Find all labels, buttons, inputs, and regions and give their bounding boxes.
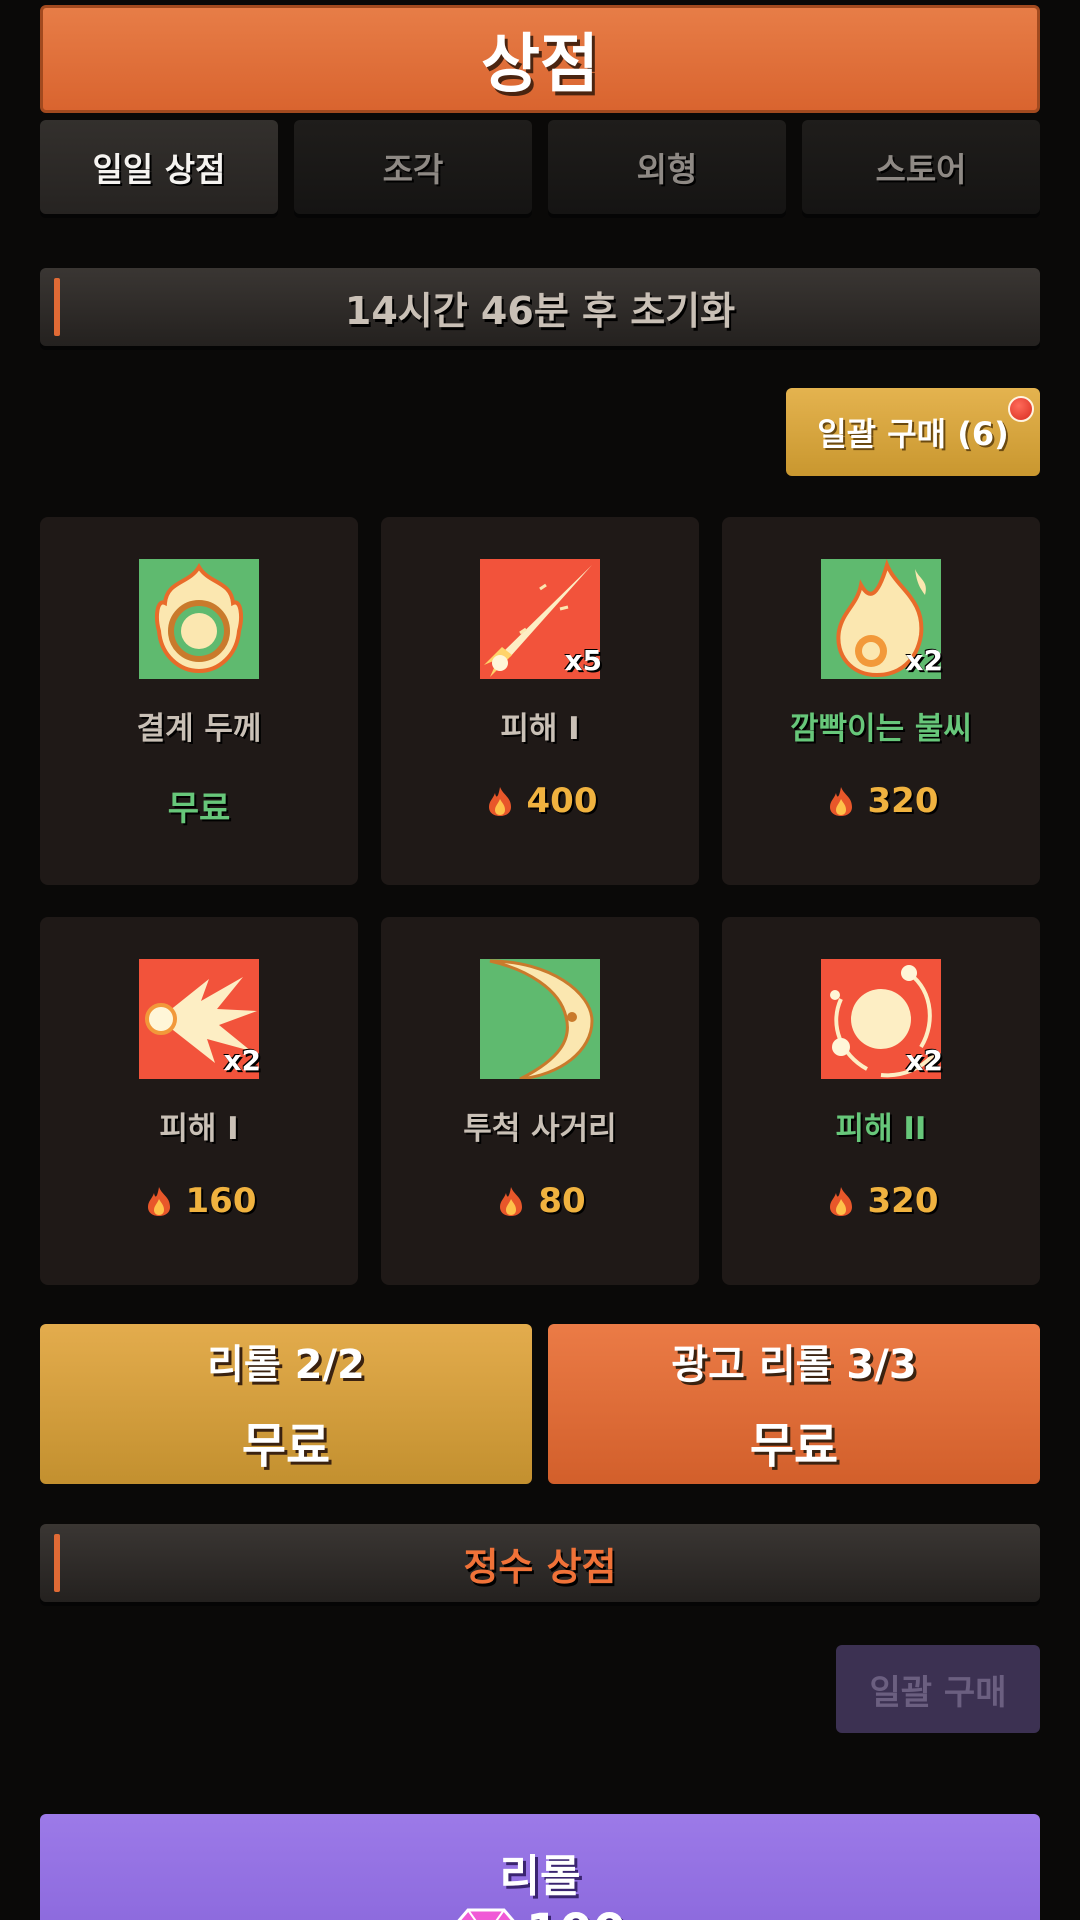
item-quantity: x5 — [564, 644, 602, 677]
item-quantity: x2 — [905, 1044, 943, 1077]
bulk-buy-button[interactable]: 일괄 구매 (6) — [786, 388, 1040, 476]
item-name: 피해 II — [835, 1111, 927, 1147]
notification-dot — [1008, 396, 1034, 422]
tab-daily-shop[interactable]: 일일 상점 — [40, 120, 278, 214]
free-reroll-button[interactable]: 리롤 2/2 무료 — [40, 1324, 532, 1484]
reroll-cost-label: 무료 — [241, 1418, 331, 1474]
orbit-sun-icon: x2 — [821, 959, 943, 1079]
burst-blast-icon: x2 — [139, 959, 261, 1079]
tab-fragments[interactable]: 조각 — [294, 120, 532, 214]
section-accent — [54, 1534, 60, 1592]
essence-shop-header: 정수 상점 — [40, 1524, 1040, 1602]
ad-reroll-button[interactable]: 광고 리롤 3/3 무료 — [548, 1324, 1040, 1484]
essence-reroll-cost-value: 100 — [526, 1904, 626, 1920]
item-quantity: x2 — [905, 644, 943, 677]
ember-currency-icon — [500, 1187, 523, 1216]
shop-item-card[interactable]: x2 피해 II 320 — [722, 917, 1040, 1285]
item-name: 피해 I — [159, 1111, 239, 1147]
shop-item-card[interactable]: 투척 사거리 80 — [381, 917, 699, 1285]
price-value: 320 — [867, 1181, 939, 1221]
essence-bulk-buy-button[interactable]: 일괄 구매 — [836, 1645, 1040, 1733]
shop-item-card[interactable]: 결계 두께 무료 — [40, 517, 358, 885]
item-name: 결계 두께 — [136, 711, 262, 747]
item-name: 투척 사거리 — [463, 1111, 617, 1147]
essence-reroll-label: 리롤 — [499, 1851, 581, 1902]
item-price: 160 — [40, 1181, 358, 1221]
reset-timer-text: 14시간 46분 후 초기화 — [344, 288, 736, 333]
essence-shop-title: 정수 상점 — [463, 1544, 617, 1589]
ad-reroll-count-label: 광고 리롤 3/3 — [671, 1342, 917, 1388]
shop-item-card[interactable]: x5 피해 I 400 — [381, 517, 699, 885]
item-price: 320 — [722, 781, 1040, 821]
spear-strike-icon: x5 — [480, 559, 602, 679]
tab-appearance[interactable]: 외형 — [548, 120, 786, 214]
page-title: 상점 — [481, 28, 599, 102]
reset-timer-bar: 14시간 46분 후 초기화 — [40, 268, 1040, 346]
essence-reroll-cost: 100 — [40, 1904, 1040, 1920]
price-value: 무료 — [167, 789, 231, 829]
price-value: 400 — [526, 781, 598, 821]
tab-store[interactable]: 스토어 — [802, 120, 1040, 214]
ember-currency-icon — [829, 1187, 852, 1216]
flame-ring-icon — [139, 559, 259, 679]
essence-reroll-button[interactable]: 리롤 100 — [40, 1814, 1040, 1920]
section-accent — [54, 278, 60, 336]
crescent-blade-icon — [480, 959, 600, 1079]
ember-currency-icon — [829, 787, 852, 816]
item-name: 피해 I — [500, 711, 580, 747]
item-price: 320 — [722, 1181, 1040, 1221]
item-price: 400 — [381, 781, 699, 821]
shop-item-card[interactable]: x2 깜빡이는 불씨 320 — [722, 517, 1040, 885]
item-name: 깜빡이는 불씨 — [790, 711, 972, 747]
price-value: 320 — [867, 781, 939, 821]
reroll-count-label: 리롤 2/2 — [207, 1342, 365, 1388]
shop-title-bar: 상점 — [40, 5, 1040, 113]
essence-bulk-buy-label: 일괄 구매 — [869, 1672, 1007, 1713]
ember-currency-icon — [488, 787, 511, 816]
ember-currency-icon — [147, 1187, 170, 1216]
gem-icon — [457, 1908, 515, 1920]
price-value: 80 — [538, 1181, 586, 1221]
ad-reroll-cost-label: 무료 — [749, 1418, 839, 1474]
bulk-buy-label: 일괄 구매 (6) — [817, 415, 1009, 453]
shop-item-card[interactable]: x2 피해 I 160 — [40, 917, 358, 1285]
flickering-ember-icon: x2 — [821, 559, 943, 679]
item-price: 무료 — [40, 781, 358, 830]
item-quantity: x2 — [223, 1044, 261, 1077]
price-value: 160 — [185, 1181, 257, 1221]
item-price: 80 — [381, 1181, 699, 1221]
